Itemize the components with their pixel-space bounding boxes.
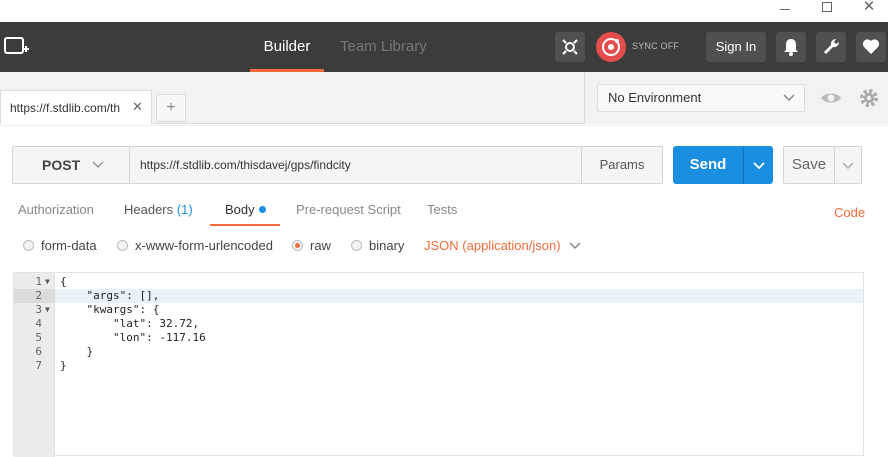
url-bar: POST Params Send Save xyxy=(12,146,864,186)
radio-raw-label: raw xyxy=(310,238,331,253)
content-type-value: JSON (application/json) xyxy=(424,238,561,253)
tab-builder[interactable]: Builder xyxy=(250,22,324,72)
chevron-down-icon xyxy=(782,85,796,120)
tab-body-label: Body xyxy=(225,202,255,217)
tab-tests[interactable]: Tests xyxy=(427,202,457,217)
sign-in-button[interactable]: Sign In xyxy=(706,32,766,62)
environment-select-value: No Environment xyxy=(608,90,702,105)
line-code: } xyxy=(60,345,94,358)
send-button[interactable]: Send xyxy=(673,146,743,184)
editor-line-current: 2 "args": [], xyxy=(14,289,863,303)
radio-icon xyxy=(117,240,128,251)
line-code: "args": [], xyxy=(60,289,160,302)
tab-team-library[interactable]: Team Library xyxy=(340,22,427,72)
environment-panel: No Environment xyxy=(584,72,888,124)
radio-binary[interactable]: binary xyxy=(351,238,404,253)
request-tab[interactable]: https://f.stdlib.com/th ✕ xyxy=(0,90,152,124)
radio-raw[interactable]: raw xyxy=(292,238,331,253)
line-number: 2 xyxy=(14,289,55,303)
wrench-icon xyxy=(824,38,840,54)
editor-line: 1 ▼ { xyxy=(14,275,863,289)
chevron-down-icon xyxy=(752,162,765,170)
app-header: Builder Team Library SYNC OFF Sign In xyxy=(0,22,888,72)
radio-urlencoded-label: x-www-form-urlencoded xyxy=(135,238,273,253)
environment-select[interactable]: No Environment xyxy=(597,84,805,112)
chevron-down-icon xyxy=(569,238,581,253)
tab-headers-label: Headers xyxy=(124,202,174,217)
favorite-button[interactable] xyxy=(856,32,886,62)
sync-icon xyxy=(596,32,626,62)
request-tab-label: https://f.stdlib.com/th xyxy=(10,101,121,115)
close-tab-icon[interactable]: ✕ xyxy=(132,99,143,115)
editor-line: 7 } xyxy=(14,359,863,373)
radio-urlencoded[interactable]: x-www-form-urlencoded xyxy=(117,238,273,253)
active-subtab-indicator xyxy=(210,224,280,226)
params-button[interactable]: Params xyxy=(581,146,663,184)
radio-form-data[interactable]: form-data xyxy=(23,238,97,253)
line-number: 6 xyxy=(35,345,42,358)
line-code: { xyxy=(60,275,67,288)
chevron-down-icon xyxy=(91,147,105,196)
send-options-button[interactable] xyxy=(743,146,773,184)
eye-icon[interactable] xyxy=(817,84,845,112)
settings-button[interactable] xyxy=(816,32,846,62)
save-options-button[interactable] xyxy=(834,146,862,184)
minimize-icon xyxy=(780,8,790,10)
request-tab-bar: https://f.stdlib.com/th ✕ + No Environme… xyxy=(0,72,888,124)
bell-icon xyxy=(784,39,798,56)
line-number: 5 xyxy=(35,331,42,344)
line-code: } xyxy=(60,359,67,372)
request-subtabs: Authorization Headers (1) Body Pre-reque… xyxy=(0,198,888,228)
line-code: "kwargs": { xyxy=(60,303,160,316)
radio-icon xyxy=(351,240,362,251)
line-number: 7 xyxy=(35,359,42,372)
save-button[interactable]: Save xyxy=(783,146,835,184)
close-window-button[interactable]: ✕ xyxy=(849,0,888,18)
line-code: "lon": -117.16 xyxy=(60,331,206,344)
interceptor-button[interactable] xyxy=(555,32,585,62)
chevron-down-icon xyxy=(842,162,854,170)
request-builder: POST Params Send Save Authorization Head… xyxy=(0,125,888,457)
window-titlebar: ✕ xyxy=(0,0,888,22)
headers-count-badge: (1) xyxy=(176,202,193,217)
code-link[interactable]: Code xyxy=(834,205,865,220)
radio-form-data-label: form-data xyxy=(41,238,97,253)
heart-icon xyxy=(862,39,880,54)
sync-label: SYNC OFF xyxy=(632,41,680,51)
method-select[interactable]: POST xyxy=(12,146,130,184)
maximize-button[interactable] xyxy=(807,0,847,18)
gear-icon[interactable] xyxy=(855,84,883,112)
tab-pre-request-script[interactable]: Pre-request Script xyxy=(296,202,401,217)
url-input[interactable] xyxy=(129,146,582,184)
tab-builder-label: Builder xyxy=(263,38,311,55)
notifications-button[interactable] xyxy=(776,32,806,62)
satellite-icon xyxy=(562,39,578,55)
radio-binary-label: binary xyxy=(369,238,405,253)
tab-body[interactable]: Body xyxy=(225,202,266,217)
body-indicator-dot xyxy=(258,206,266,213)
editor-line: 5 "lon": -117.16 xyxy=(14,331,863,345)
code-editor[interactable]: 1 ▼ { 2 "args": [], 3 ▼ "kwargs": { 4 "lat… xyxy=(13,272,864,457)
tab-headers[interactable]: Headers (1) xyxy=(124,202,193,217)
fold-toggle-icon[interactable]: ▼ xyxy=(45,275,50,289)
tab-authorization[interactable]: Authorization xyxy=(18,202,94,217)
add-tab-button[interactable]: + xyxy=(156,94,186,122)
line-code: "lat": 32.72, xyxy=(60,317,200,330)
content-type-select[interactable]: JSON (application/json) xyxy=(424,238,581,253)
fold-toggle-icon[interactable]: ▼ xyxy=(45,303,50,317)
body-type-options: form-data x-www-form-urlencoded raw bina… xyxy=(0,236,888,260)
minimize-button[interactable] xyxy=(765,0,805,18)
editor-line: 6 } xyxy=(14,345,863,359)
editor-line: 3 ▼ "kwargs": { xyxy=(14,303,863,317)
method-value: POST xyxy=(42,157,81,173)
radio-selected-icon xyxy=(292,240,303,251)
radio-icon xyxy=(23,240,34,251)
maximize-icon xyxy=(822,2,832,12)
line-number: 4 xyxy=(35,317,42,330)
new-window-icon[interactable] xyxy=(3,35,31,59)
editor-line: 4 "lat": 32.72, xyxy=(14,317,863,331)
